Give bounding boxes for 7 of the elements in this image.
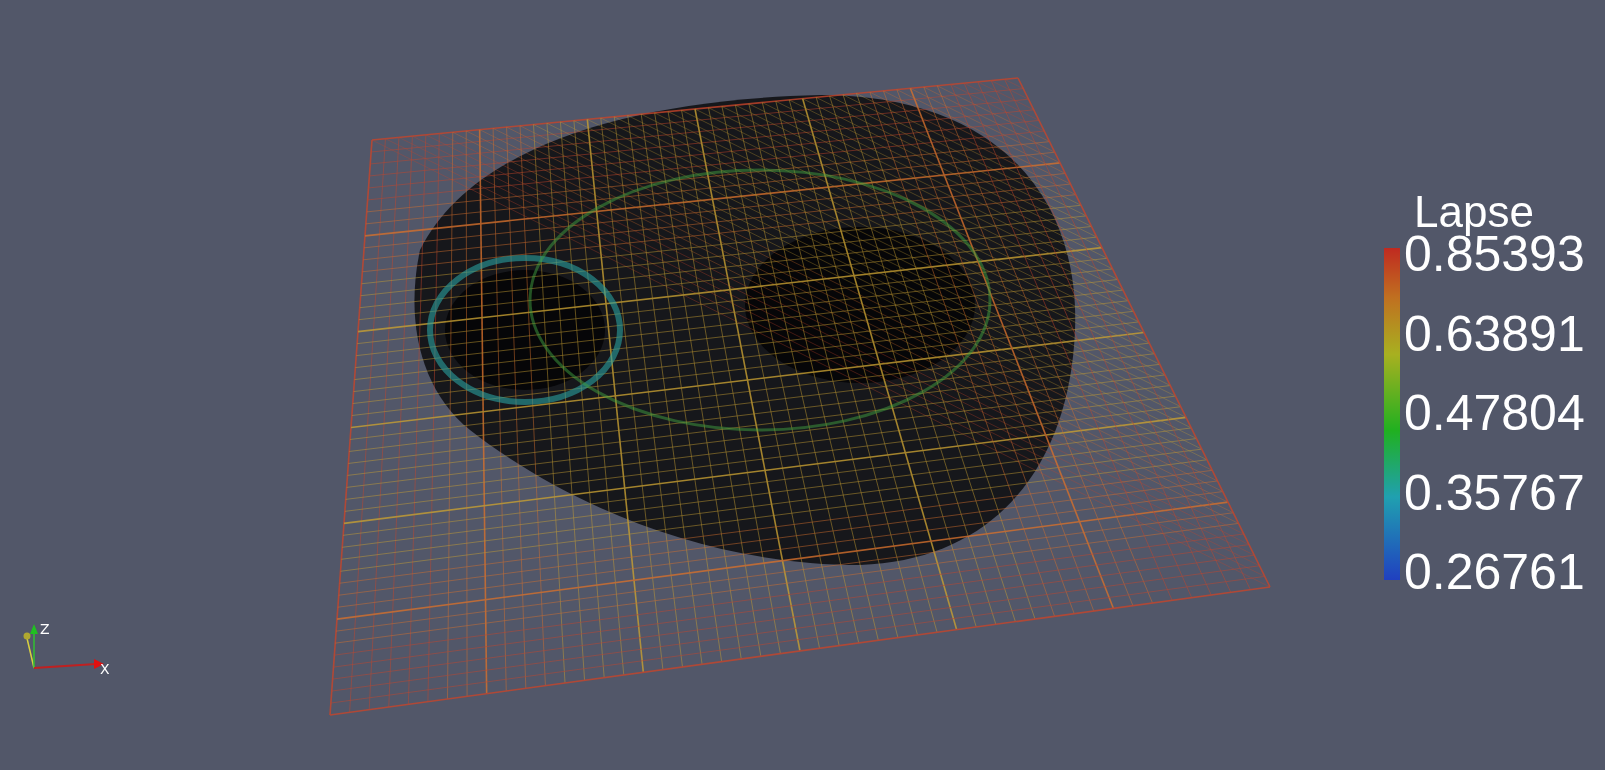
scale-label: 0.63891 [1404, 307, 1585, 360]
axis-label: Z [40, 622, 50, 637]
scale-label: 0.35767 [1404, 466, 1585, 519]
axis-label: X [100, 661, 110, 677]
scale-label: 0.26761 [1404, 546, 1585, 598]
scale-label: 0.47804 [1404, 387, 1585, 439]
legend-title: Lapse [1414, 188, 1534, 236]
